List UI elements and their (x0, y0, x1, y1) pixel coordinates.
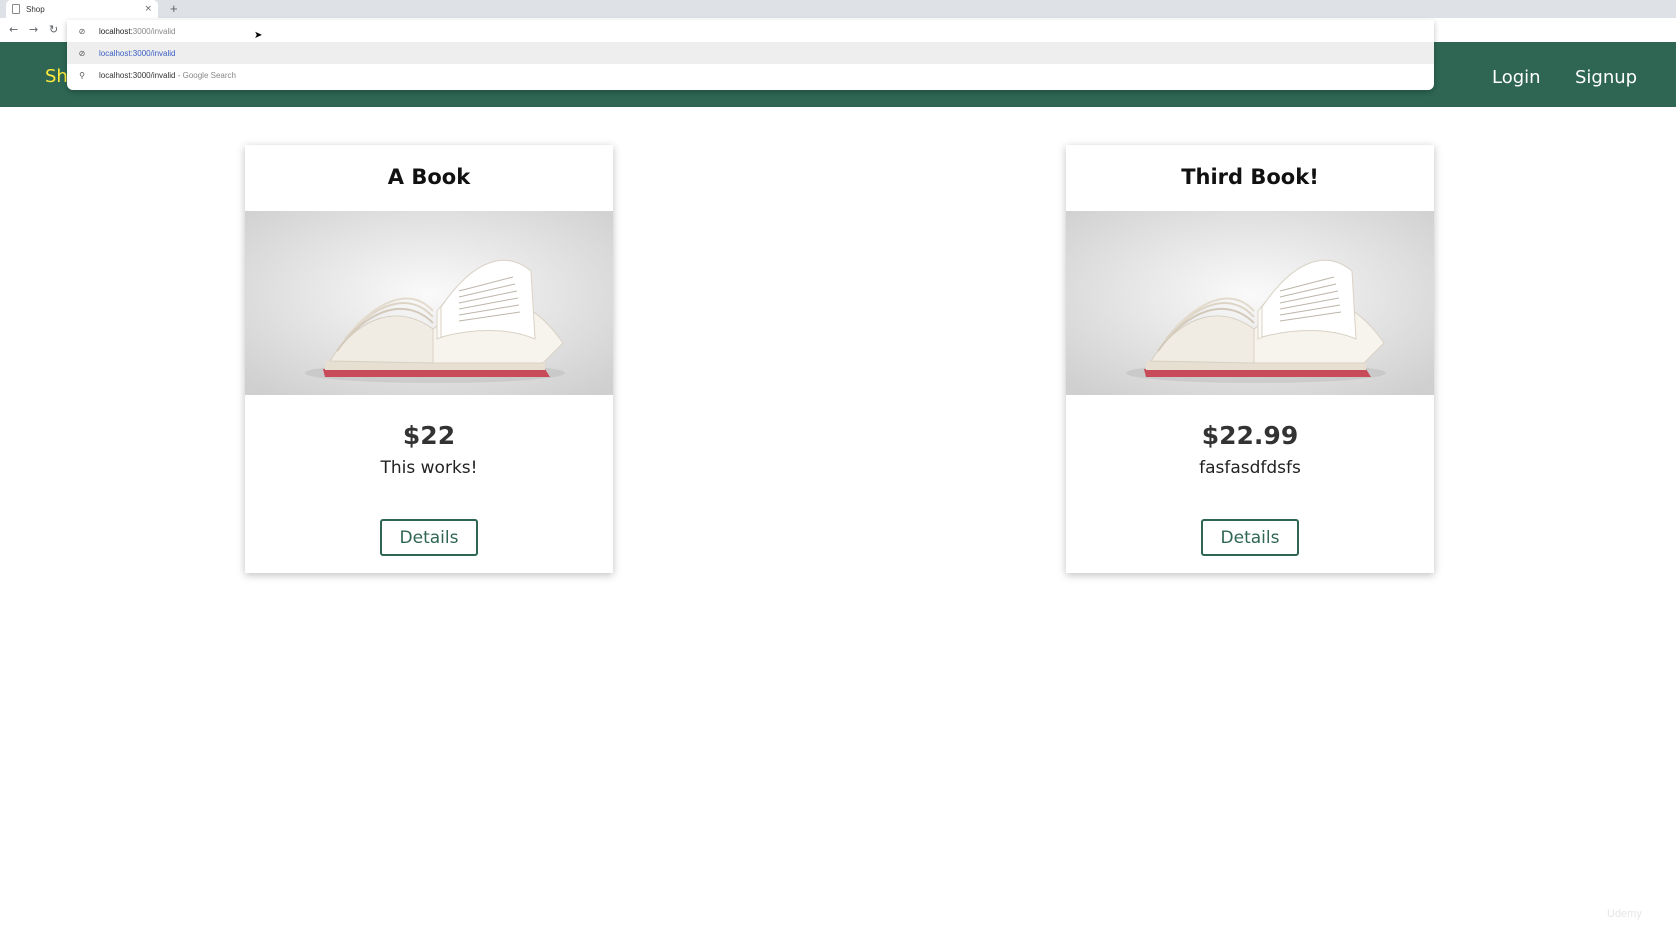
suggestion-search[interactable]: ⚲ localhost:3000/invalid - Google Search (67, 64, 1434, 86)
product-description: This works! (380, 458, 478, 478)
globe-icon: ⊘ (78, 48, 86, 58)
browser-tab-strip: Shop × + (0, 0, 1676, 18)
product-card: Third Book! $22.99 fasfasdfdsfs Details (1066, 145, 1434, 573)
search-icon: ⚲ (79, 70, 85, 80)
reload-icon[interactable]: ↻ (49, 23, 58, 37)
signup-link[interactable]: Signup (1575, 67, 1637, 88)
mouse-cursor-icon: ➤ (254, 30, 263, 41)
product-card: A Book $22 This works! Details (245, 145, 613, 573)
close-icon[interactable]: × (144, 4, 152, 14)
suggestion-url[interactable]: ⊘ localhost:3000/invalid (67, 42, 1434, 64)
new-tab-button[interactable]: + (170, 1, 178, 17)
back-icon[interactable]: ← (9, 23, 18, 37)
product-image (245, 211, 613, 395)
suggestion-url-text: localhost:3000/invalid (99, 48, 176, 58)
globe-icon: ⊘ (78, 26, 86, 36)
address-bar-dropdown: ⊘ localhost: 3000/invalid ⊘ localhost:300… (67, 20, 1434, 90)
browser-tab[interactable]: Shop × (6, 0, 158, 18)
address-input[interactable]: ⊘ localhost: 3000/invalid (67, 20, 1434, 42)
details-button[interactable]: Details (380, 519, 478, 556)
page-icon (12, 4, 20, 14)
details-button[interactable]: Details (1201, 519, 1299, 556)
shop-brand-link[interactable]: Sh (45, 66, 68, 87)
product-description: fasfasdfdsfs (1199, 458, 1301, 478)
product-price: $22.99 (1201, 421, 1299, 450)
product-title: Third Book! (1181, 165, 1319, 189)
product-image (1066, 211, 1434, 395)
tab-title: Shop (26, 4, 45, 14)
product-price: $22 (402, 421, 456, 450)
address-typed-text: localhost: (99, 26, 133, 36)
login-link[interactable]: Login (1492, 67, 1541, 88)
udemy-watermark: Udemy (1607, 908, 1642, 920)
address-autocomplete-text: 3000/invalid (132, 26, 176, 36)
forward-icon[interactable]: → (29, 23, 38, 37)
product-title: A Book (387, 165, 471, 189)
suggestion-search-query: localhost:3000/invalid (99, 70, 176, 80)
suggestion-search-suffix: - Google Search (175, 70, 236, 80)
